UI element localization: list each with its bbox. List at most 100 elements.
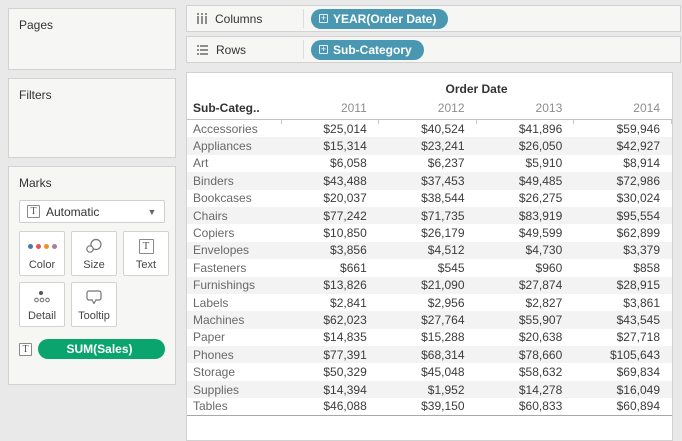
size-button[interactable]: Size [71,231,117,276]
cell-value[interactable]: $49,485 [477,174,575,188]
cell-value[interactable]: $14,835 [281,330,379,344]
cell-value[interactable]: $8,914 [574,156,672,170]
cell-value[interactable]: $43,545 [574,313,672,327]
row-label[interactable]: Tables [187,399,281,413]
cell-value[interactable]: $14,278 [477,383,575,397]
sum-sales-pill[interactable]: SUM(Sales) [38,339,165,359]
cell-value[interactable]: $60,894 [574,399,672,413]
cell-value[interactable]: $6,237 [379,156,477,170]
cell-value[interactable]: $2,956 [379,296,477,310]
cell-value[interactable]: $59,946 [574,122,672,136]
expand-field-icon[interactable]: + [319,45,328,54]
row-label[interactable]: Bookcases [187,191,281,205]
cell-value[interactable]: $960 [477,261,575,275]
cell-value[interactable]: $77,391 [281,348,379,362]
row-label[interactable]: Paper [187,330,281,344]
cell-value[interactable]: $43,488 [281,174,379,188]
cell-value[interactable]: $68,314 [379,348,477,362]
cell-value[interactable]: $60,833 [477,399,575,413]
cell-value[interactable]: $3,379 [574,243,672,257]
cell-value[interactable]: $28,915 [574,278,672,292]
cell-value[interactable]: $4,512 [379,243,477,257]
columns-shelf[interactable]: Columns + YEAR(Order Date) [186,5,681,32]
cell-value[interactable]: $50,329 [281,365,379,379]
cell-value[interactable]: $10,850 [281,226,379,240]
row-label[interactable]: Furnishings [187,278,281,292]
cell-value[interactable]: $95,554 [574,209,672,223]
cell-value[interactable]: $49,599 [477,226,575,240]
cell-value[interactable]: $25,014 [281,122,379,136]
cell-value[interactable]: $15,288 [379,330,477,344]
cell-value[interactable]: $27,874 [477,278,575,292]
cell-value[interactable]: $41,896 [477,122,575,136]
cell-value[interactable]: $23,241 [379,139,477,153]
rows-shelf[interactable]: Rows + Sub-Category [186,36,681,63]
cell-value[interactable]: $5,910 [477,156,575,170]
row-field-label[interactable]: Sub-Categ.. [187,101,281,119]
cell-value[interactable]: $26,179 [379,226,477,240]
cell-value[interactable]: $2,827 [477,296,575,310]
cell-value[interactable]: $4,730 [477,243,575,257]
cell-value[interactable]: $16,049 [574,383,672,397]
row-label[interactable]: Labels [187,296,281,310]
row-label[interactable]: Binders [187,174,281,188]
cell-value[interactable]: $62,899 [574,226,672,240]
row-label[interactable]: Chairs [187,209,281,223]
cell-value[interactable]: $72,986 [574,174,672,188]
cell-value[interactable]: $55,907 [477,313,575,327]
pages-shelf[interactable]: Pages [8,8,176,70]
cell-value[interactable]: $30,024 [574,191,672,205]
cell-value[interactable]: $40,524 [379,122,477,136]
tooltip-button[interactable]: Tooltip [71,282,117,327]
cell-value[interactable]: $20,638 [477,330,575,344]
column-header[interactable]: 2012 [379,101,477,119]
column-header[interactable]: 2011 [281,101,379,119]
cell-value[interactable]: $661 [281,261,379,275]
cell-value[interactable]: $26,050 [477,139,575,153]
row-label[interactable]: Supplies [187,383,281,397]
cell-value[interactable]: $105,643 [574,348,672,362]
row-label[interactable]: Envelopes [187,243,281,257]
color-button[interactable]: Color [19,231,65,276]
cell-value[interactable]: $62,023 [281,313,379,327]
rows-pill[interactable]: + Sub-Category [311,40,424,60]
cell-value[interactable]: $21,090 [379,278,477,292]
cell-value[interactable]: $37,453 [379,174,477,188]
columns-pill[interactable]: + YEAR(Order Date) [311,9,448,29]
row-label[interactable]: Art [187,156,281,170]
cell-value[interactable]: $78,660 [477,348,575,362]
cell-value[interactable]: $20,037 [281,191,379,205]
cell-value[interactable]: $15,314 [281,139,379,153]
filters-shelf[interactable]: Filters [8,78,176,158]
cell-value[interactable]: $39,150 [379,399,477,413]
row-label[interactable]: Fasteners [187,261,281,275]
text-button[interactable]: T Text [123,231,169,276]
cell-value[interactable]: $14,394 [281,383,379,397]
cell-value[interactable]: $2,841 [281,296,379,310]
cell-value[interactable]: $13,826 [281,278,379,292]
column-header[interactable]: 2013 [477,101,575,119]
cell-value[interactable]: $69,834 [574,365,672,379]
cell-value[interactable]: $858 [574,261,672,275]
dropdown-arrow-icon[interactable]: ▼ [142,207,162,217]
cell-value[interactable]: $38,544 [379,191,477,205]
cell-value[interactable]: $46,088 [281,399,379,413]
cell-value[interactable]: $71,735 [379,209,477,223]
column-field-label[interactable]: Order Date [281,82,672,96]
row-label[interactable]: Accessories [187,122,281,136]
row-label[interactable]: Machines [187,313,281,327]
cell-value[interactable]: $26,275 [477,191,575,205]
cell-value[interactable]: $77,242 [281,209,379,223]
cell-value[interactable]: $27,764 [379,313,477,327]
column-header[interactable]: 2014 [574,101,672,119]
cell-value[interactable]: $6,058 [281,156,379,170]
row-label[interactable]: Appliances [187,139,281,153]
expand-field-icon[interactable]: + [319,14,328,23]
cell-value[interactable]: $3,861 [574,296,672,310]
row-label[interactable]: Phones [187,348,281,362]
detail-button[interactable]: Detail [19,282,65,327]
cell-value[interactable]: $1,952 [379,383,477,397]
mark-type-dropdown[interactable]: T Automatic ▼ [19,200,165,223]
row-label[interactable]: Storage [187,365,281,379]
cell-value[interactable]: $42,927 [574,139,672,153]
